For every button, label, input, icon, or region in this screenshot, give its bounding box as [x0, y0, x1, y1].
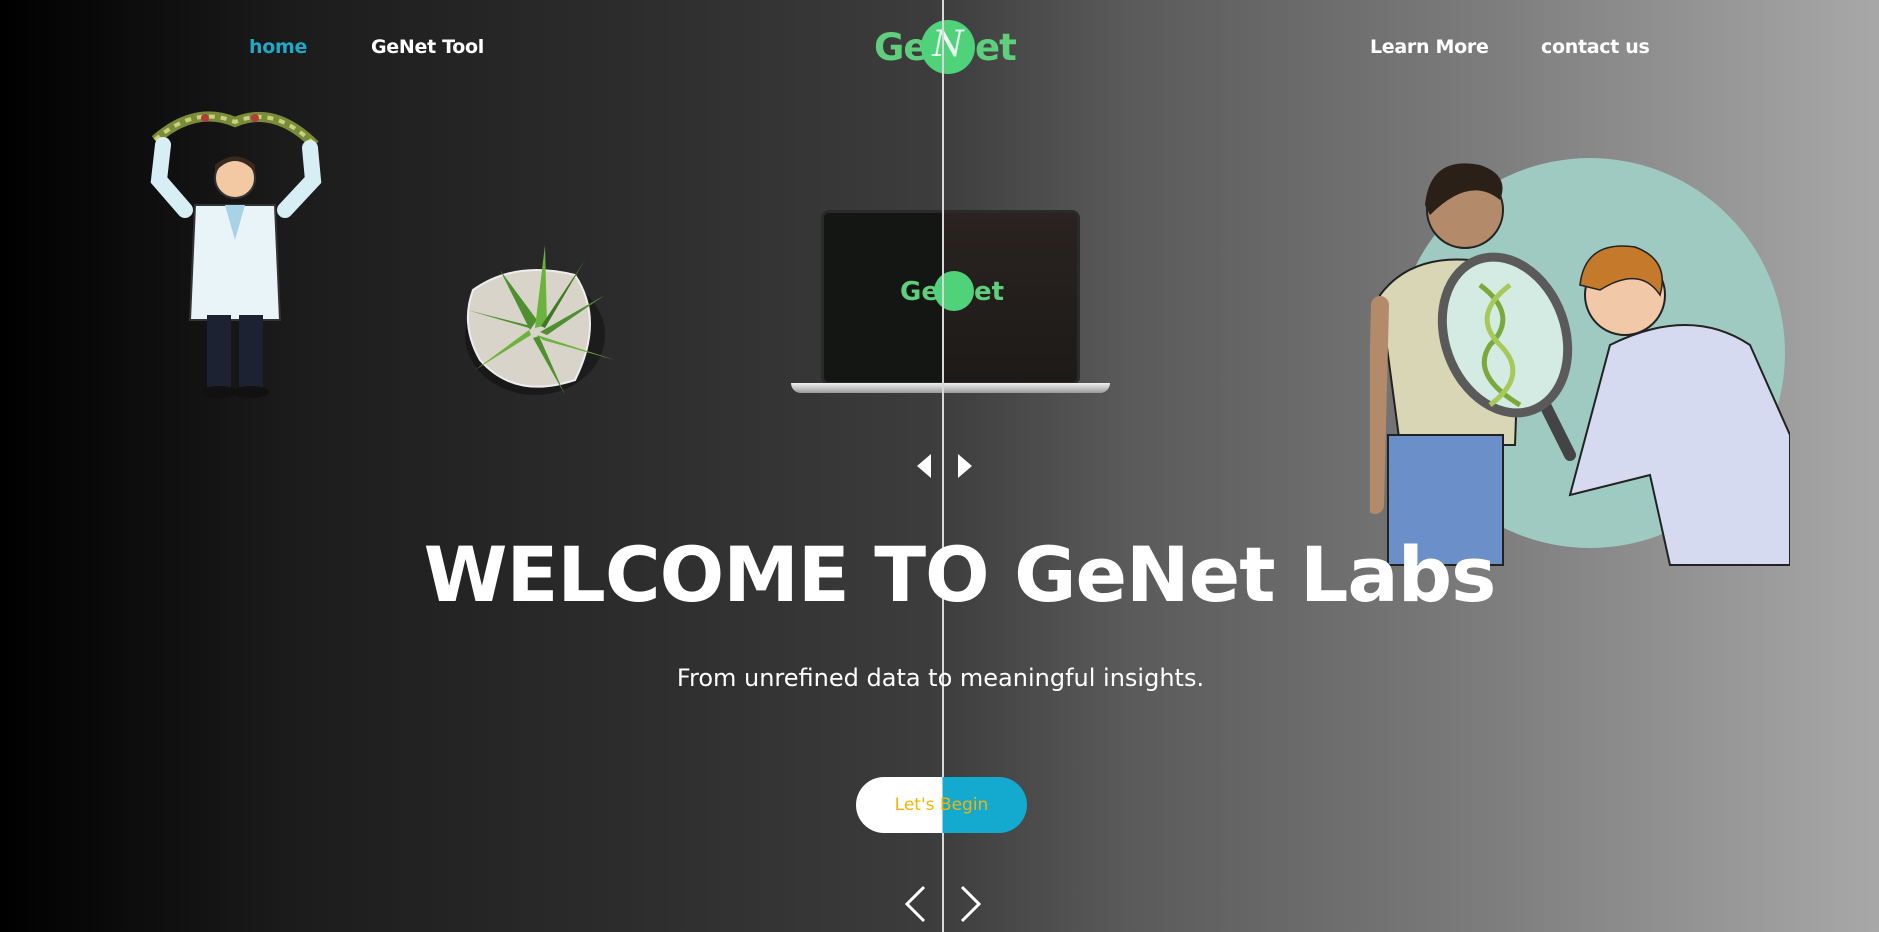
hero-subtitle: From unrefined data to meaningful insigh… [676, 664, 1205, 692]
nav-genet-tool-link[interactable]: GeNet Tool [371, 36, 484, 58]
chevron-left-icon[interactable] [902, 884, 928, 924]
nav-home-link[interactable]: home [249, 36, 307, 58]
chevron-right-icon[interactable] [958, 884, 984, 924]
laptop-logo: Ge et [900, 269, 1010, 315]
hero-title: WELCOME TO GeNet Labs [423, 530, 1497, 619]
logo-text-left: Ge [874, 26, 928, 69]
laptop-mockup-image: Ge et [821, 210, 1080, 385]
lets-begin-button[interactable]: Let's Begin [856, 777, 1027, 833]
laptop-logo-circle [934, 271, 974, 311]
scientist-holding-dna-illustration [150, 111, 322, 398]
nav-contact-us-link[interactable]: contact us [1541, 36, 1650, 58]
lets-begin-label: Let's Begin [894, 795, 989, 815]
logo-text-right: et [975, 26, 1017, 69]
scientists-magnifier-illustration [1370, 158, 1790, 566]
triangle-right-icon[interactable] [956, 452, 974, 480]
laptop-logo-right: et [974, 277, 1005, 307]
triangle-left-icon[interactable] [915, 452, 933, 480]
laptop-base [791, 383, 1110, 393]
nav-learn-more-link[interactable]: Learn More [1370, 36, 1489, 58]
logo-text-mid: N [932, 24, 964, 65]
plant-pot-image [465, 245, 615, 395]
